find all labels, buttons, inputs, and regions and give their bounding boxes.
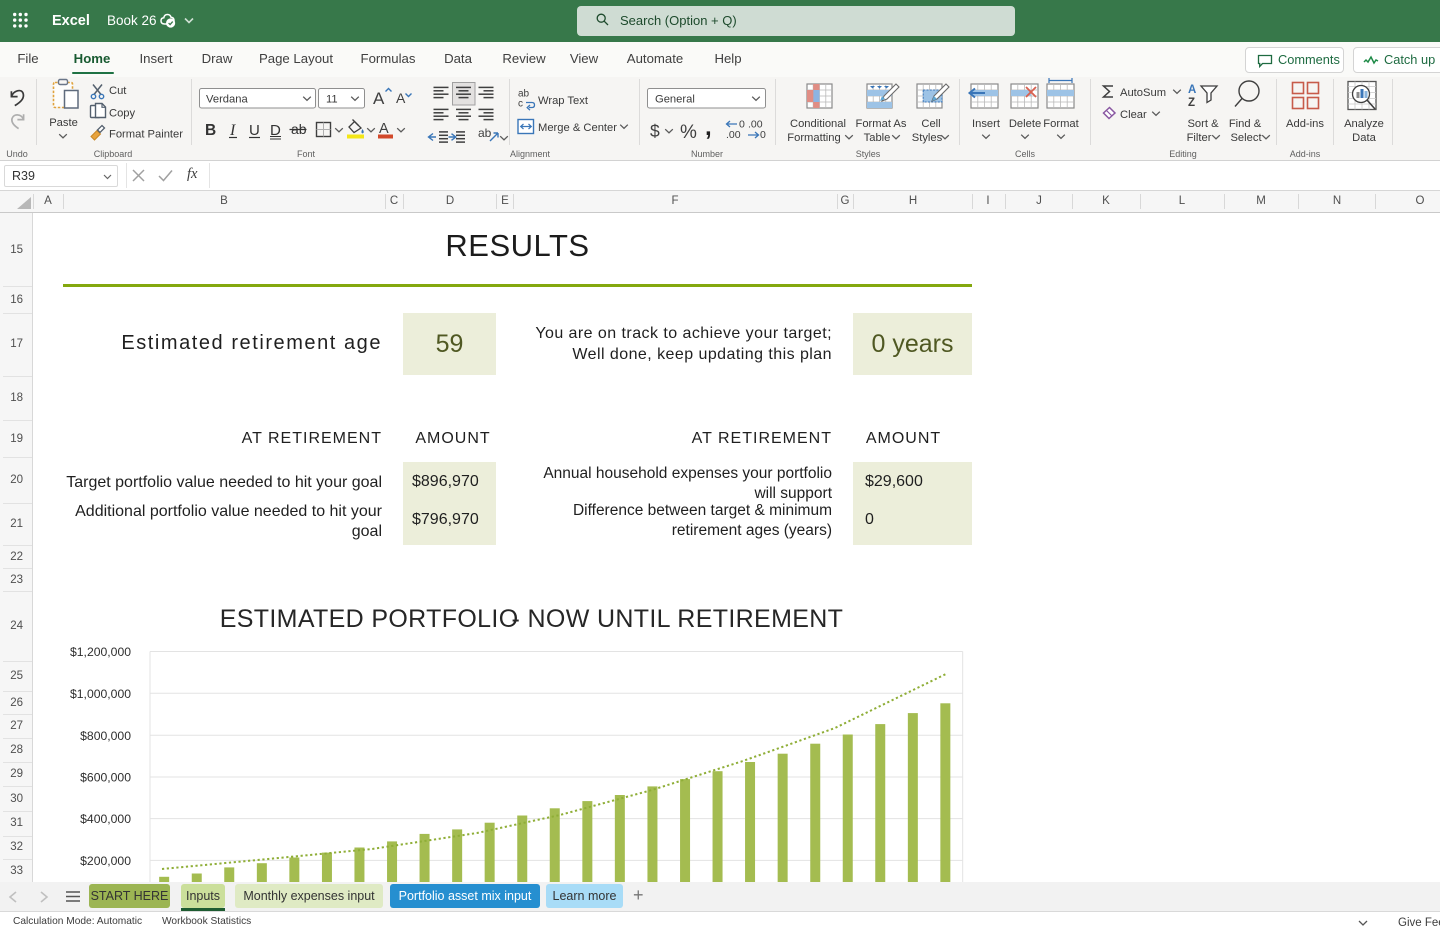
svg-text:AutoSum: AutoSum (1120, 87, 1166, 99)
svg-text:$1,200,000: $1,200,000 (70, 645, 131, 659)
svg-text:B: B (205, 122, 216, 139)
svg-text:Wrap Text: Wrap Text (538, 95, 589, 107)
svg-text:Sort &: Sort & (1187, 118, 1219, 130)
svg-text:$200,000: $200,000 (80, 854, 131, 868)
svg-text:$: $ (650, 121, 660, 141)
svg-text:Filter: Filter (1187, 132, 1212, 144)
svg-text:Styles: Styles (912, 132, 943, 144)
svg-text:Table: Table (864, 132, 891, 144)
svg-text:Z: Z (1188, 97, 1195, 109)
svg-text:Format As: Format As (856, 118, 907, 130)
svg-text:Delete: Delete (1009, 118, 1041, 130)
svg-text:A: A (1188, 84, 1196, 96)
svg-text:U: U (249, 122, 260, 139)
svg-text:Verdana: Verdana (206, 94, 248, 106)
svg-text:Format: Format (1043, 118, 1079, 130)
svg-text:Clear: Clear (1120, 109, 1147, 121)
svg-text:11: 11 (326, 94, 338, 106)
svg-text:Cell: Cell (921, 118, 940, 130)
svg-text:$1,000,000: $1,000,000 (70, 687, 131, 701)
svg-text:$400,000: $400,000 (80, 812, 131, 826)
svg-text:Add-ins: Add-ins (1286, 118, 1324, 130)
svg-text:General: General (655, 94, 695, 106)
svg-text:Find &: Find & (1229, 118, 1262, 130)
svg-text:Merge & Center: Merge & Center (538, 122, 617, 134)
svg-text:Formatting: Formatting (787, 132, 840, 144)
svg-text:Select: Select (1230, 132, 1262, 144)
svg-text:ab: ab (478, 126, 492, 140)
svg-text:A: A (396, 90, 406, 106)
svg-text:%: % (680, 122, 697, 143)
svg-text:$800,000: $800,000 (80, 729, 131, 743)
svg-text:Paste: Paste (49, 117, 78, 129)
svg-text:Conditional: Conditional (790, 118, 846, 130)
svg-text:c: c (518, 99, 523, 110)
svg-text:Cut: Cut (109, 85, 127, 97)
svg-text:A: A (373, 89, 385, 108)
svg-text:I: I (229, 122, 236, 139)
svg-text:Analyze: Analyze (1344, 118, 1384, 130)
svg-text:Insert: Insert (972, 118, 1001, 130)
svg-text:$600,000: $600,000 (80, 771, 131, 785)
svg-text:Format Painter: Format Painter (109, 129, 183, 141)
svg-text:0: 0 (760, 129, 766, 141)
svg-text:Copy: Copy (109, 108, 136, 120)
svg-text:Data: Data (1352, 132, 1376, 144)
svg-text:,: , (705, 114, 712, 141)
svg-text:.00: .00 (726, 129, 741, 141)
